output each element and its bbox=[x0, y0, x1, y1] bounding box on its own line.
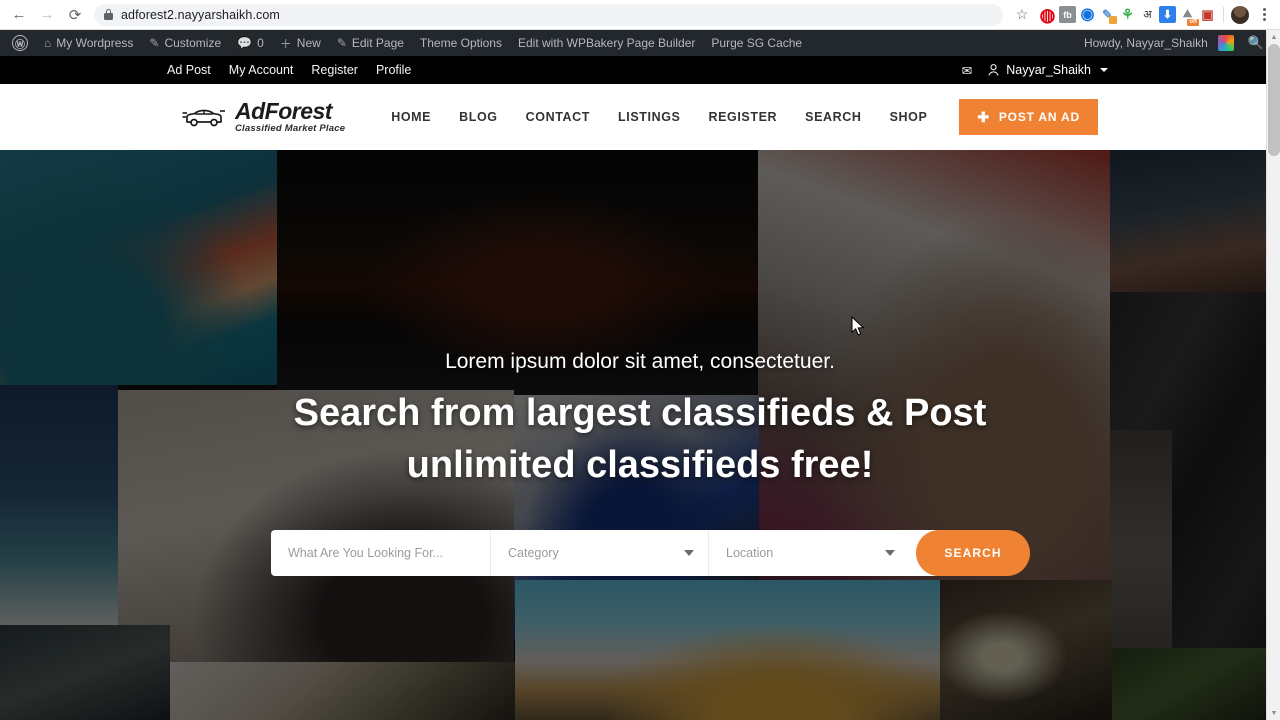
adminbar-item-wpbakery[interactable]: Edit with WPBakery Page Builder bbox=[510, 30, 703, 56]
adminbar-label: New bbox=[296, 36, 321, 50]
top-bar-links: Ad Post My Account Register Profile bbox=[12, 63, 411, 77]
page-viewport: Ⓦ ⌂ My Wordpress ✎ Customize 💬 0 ＋ New ✎… bbox=[0, 30, 1280, 720]
chrome-menu-icon[interactable] bbox=[1254, 8, 1274, 21]
top-bar-user-menu[interactable]: Nayyar_Shaikh bbox=[988, 63, 1108, 77]
adminbar-item-new[interactable]: ＋ New bbox=[272, 30, 329, 56]
chevron-down-icon bbox=[684, 550, 694, 556]
reload-button[interactable]: ⟳ bbox=[62, 3, 88, 27]
blue-target-extension-icon[interactable]: ◉ bbox=[1079, 6, 1096, 23]
green-leaf-extension-icon[interactable]: ⚘ bbox=[1119, 6, 1136, 23]
page-scrollbar[interactable]: ▲ ▼ bbox=[1266, 30, 1280, 720]
adminbar-label: Theme Options bbox=[419, 36, 502, 50]
post-an-ad-label: POST AN AD bbox=[998, 110, 1080, 124]
hero-title: Search from largest classifieds & Post u… bbox=[293, 392, 987, 486]
wordpress-admin-bar: Ⓦ ⌂ My Wordpress ✎ Customize 💬 0 ＋ New ✎… bbox=[0, 30, 1280, 56]
edit-pencil-icon: ✎ bbox=[336, 36, 347, 50]
profile-avatar[interactable] bbox=[1231, 5, 1249, 24]
gravatar-avatar[interactable] bbox=[1217, 35, 1234, 51]
adblock-off-extension-icon[interactable]: ⛰ bbox=[1179, 6, 1199, 26]
nav-item-listings[interactable]: LISTINGS bbox=[618, 110, 680, 124]
adminbar-item-theme-options[interactable]: Theme Options bbox=[412, 30, 510, 56]
downloader-extension-icon[interactable]: ⬇ bbox=[1159, 6, 1176, 23]
nav-item-home[interactable]: HOME bbox=[391, 110, 431, 124]
scrollbar-thumb[interactable] bbox=[1268, 44, 1280, 156]
hindi-translate-extension-icon[interactable]: अ bbox=[1139, 6, 1156, 23]
top-link-ad-post[interactable]: Ad Post bbox=[167, 63, 211, 77]
top-link-my-account[interactable]: My Account bbox=[229, 63, 294, 77]
chevron-down-icon bbox=[1100, 68, 1108, 72]
hero-subtitle: Lorem ipsum dolor sit amet, consectetuer… bbox=[445, 350, 835, 373]
wordpress-logo-icon: Ⓦ bbox=[12, 35, 28, 51]
site-logo[interactable]: AdForest Classified Market Place bbox=[182, 100, 345, 134]
dashboard-icon: ⌂ bbox=[44, 36, 52, 50]
adminbar-label: Customize bbox=[164, 36, 222, 50]
hero-content: Lorem ipsum dolor sit amet, consectetuer… bbox=[0, 150, 1280, 720]
adminbar-item-customize[interactable]: ✎ Customize bbox=[141, 30, 229, 56]
search-submit-button[interactable]: SEARCH bbox=[916, 530, 1030, 576]
back-button[interactable]: ← bbox=[6, 3, 32, 27]
nav-item-blog[interactable]: BLOG bbox=[459, 110, 498, 124]
top-bar-username: Nayyar_Shaikh bbox=[1006, 63, 1091, 77]
site-header: AdForest Classified Market Place HOME BL… bbox=[0, 84, 1280, 150]
adminbar-item-purge-cache[interactable]: Purge SG Cache bbox=[703, 30, 810, 56]
plus-icon: ＋ bbox=[279, 36, 292, 51]
chevron-down-icon bbox=[885, 550, 895, 556]
url-text: adforest2.nayyarshaikh.com bbox=[121, 7, 280, 22]
search-category-label: Category bbox=[508, 546, 559, 560]
image-tool-extension-icon[interactable]: ▣ bbox=[1199, 6, 1216, 23]
nav-item-contact[interactable]: CONTACT bbox=[526, 110, 590, 124]
toolbar-divider bbox=[1223, 6, 1224, 23]
car-icon bbox=[182, 109, 225, 127]
browser-nav-buttons: ← → ⟳ bbox=[6, 3, 88, 27]
opera-extension-icon[interactable]: ◍ bbox=[1039, 6, 1056, 24]
adminbar-label: Edit Page bbox=[351, 36, 404, 50]
top-link-register[interactable]: Register bbox=[311, 63, 358, 77]
adminbar-item-my-wordpress[interactable]: ⌂ My Wordpress bbox=[36, 30, 141, 56]
main-navigation: HOME BLOG CONTACT LISTINGS REGISTER SEAR… bbox=[391, 110, 927, 124]
lock-icon bbox=[104, 9, 113, 20]
forward-button[interactable]: → bbox=[34, 3, 60, 27]
search-location-select[interactable]: Location bbox=[709, 530, 909, 576]
facebook-extension-icon[interactable]: fb bbox=[1059, 6, 1076, 23]
adminbar-label: Purge SG Cache bbox=[711, 36, 803, 50]
scrollbar-down-arrow[interactable]: ▼ bbox=[1267, 706, 1280, 720]
user-icon bbox=[988, 64, 999, 76]
site-top-bar: Ad Post My Account Register Profile ✉ Na… bbox=[0, 56, 1280, 84]
nav-item-register[interactable]: REGISTER bbox=[708, 110, 777, 124]
adminbar-label: Edit with WPBakery Page Builder bbox=[517, 36, 696, 50]
post-an-ad-button[interactable]: ✚ POST AN AD bbox=[959, 99, 1098, 135]
top-bar-user-group: ✉ Nayyar_Shaikh bbox=[962, 63, 1268, 78]
nav-item-search[interactable]: SEARCH bbox=[805, 110, 861, 124]
logo-name: AdForest bbox=[235, 98, 332, 125]
adminbar-right-group: Howdy, Nayyar_Shaikh 🔍 bbox=[1078, 35, 1280, 51]
envelope-icon[interactable]: ✉ bbox=[962, 63, 972, 78]
hero-section: Lorem ipsum dolor sit amet, consectetuer… bbox=[0, 150, 1280, 720]
top-link-profile[interactable]: Profile bbox=[376, 63, 411, 77]
search-location-label: Location bbox=[726, 546, 774, 560]
adminbar-item-comments[interactable]: 💬 0 bbox=[229, 30, 272, 56]
plus-icon: ✚ bbox=[977, 109, 990, 125]
search-keyword-input[interactable]: What Are You Looking For... bbox=[271, 530, 491, 576]
logo-text-block: AdForest Classified Market Place bbox=[235, 100, 345, 134]
adminbar-comment-count: 0 bbox=[257, 36, 264, 50]
logo-tagline: Classified Market Place bbox=[235, 123, 346, 135]
address-bar[interactable]: adforest2.nayyarshaikh.com bbox=[94, 3, 1003, 26]
nav-item-shop[interactable]: SHOP bbox=[890, 110, 928, 124]
pencil-icon: ✎ bbox=[149, 36, 160, 50]
adminbar-item-edit-page[interactable]: ✎ Edit Page bbox=[329, 30, 412, 56]
hero-search-bar: What Are You Looking For... Category Loc… bbox=[271, 530, 1030, 576]
adminbar-howdy[interactable]: Howdy, Nayyar_Shaikh bbox=[1078, 36, 1214, 50]
extension-icons: ◍ fb ◉ ✎ ⚘ अ ⬇ ⛰ ▣ bbox=[1035, 5, 1274, 26]
eyedropper-extension-icon[interactable]: ✎ bbox=[1099, 6, 1117, 24]
adminbar-label: My Wordpress bbox=[56, 36, 134, 50]
wordpress-logo-menu[interactable]: Ⓦ bbox=[4, 30, 36, 56]
comment-bubble-icon: 💬 bbox=[237, 36, 253, 50]
search-category-select[interactable]: Category bbox=[491, 530, 709, 576]
scrollbar-up-arrow[interactable]: ▲ bbox=[1267, 30, 1280, 44]
bookmark-star-icon[interactable]: ☆ bbox=[1009, 3, 1035, 27]
browser-toolbar: ← → ⟳ adforest2.nayyarshaikh.com ☆ ◍ fb … bbox=[0, 0, 1280, 30]
